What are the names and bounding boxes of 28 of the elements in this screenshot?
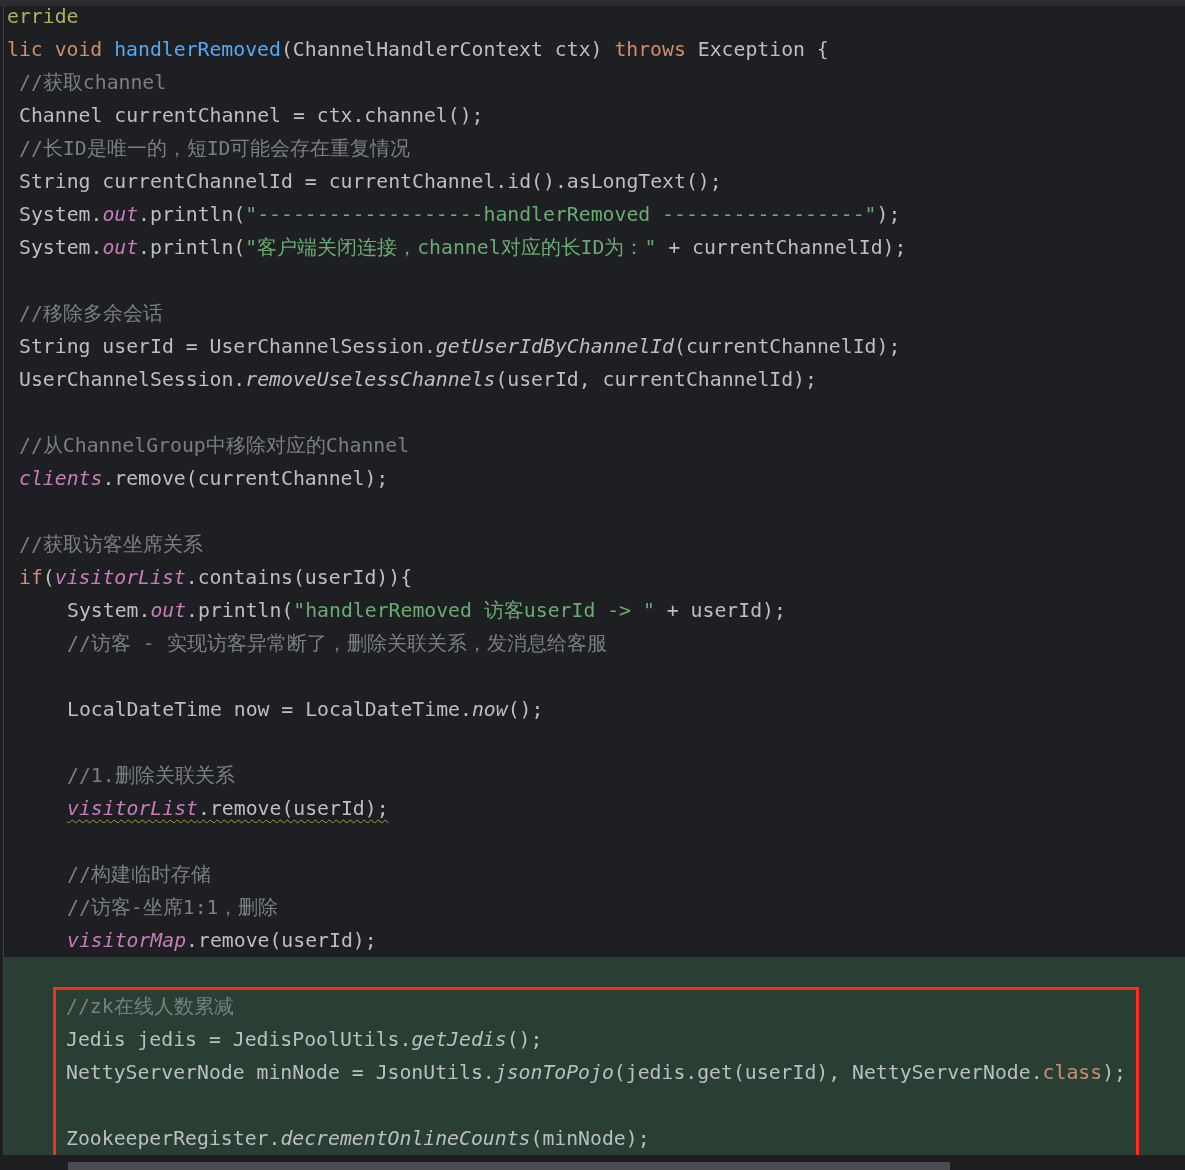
code-line: Jedis jedis = JedisPoolUtils.getJedis(); (66, 1027, 543, 1052)
code-line: String currentChannelId = currentChannel.id().asLongText(); (19, 169, 722, 194)
code-line: //长ID是唯一的，短ID可能会存在重复情况 (19, 136, 411, 161)
code-line: //获取访客坐席关系 (19, 532, 203, 557)
code-line: System.out.println("客户端关闭连接，channel对应的长ID为：" + currentChannelId); (19, 235, 907, 260)
code-line: LocalDateTime now = LocalDateTime.now(); (67, 697, 544, 722)
code-line: //获取channel (19, 70, 167, 95)
code-line: UserChannelSession.removeUselessChannels(userId, currentChannelId); (19, 367, 817, 392)
code-line: //构建临时存储 (67, 862, 211, 887)
code-line: ZookeeperRegister.decrementOnlineCounts(minNode); (66, 1126, 650, 1151)
code-line: visitorMap.remove(userId); (67, 928, 377, 953)
code-line: System.out.println("handlerRemoved 访客userId -> " + userId); (67, 598, 786, 623)
code-line: //1.删除关联关系 (67, 763, 235, 788)
code-line: //从ChannelGroup中移除对应的Channel (19, 433, 410, 458)
code-line: lic void handlerRemoved(ChannelHandlerContext ctx) throws Exception { (7, 37, 829, 62)
code-line: clients.remove(currentChannel); (19, 466, 389, 491)
horizontal-scrollbar[interactable] (68, 1162, 950, 1170)
code-line: //移除多余会话 (19, 301, 163, 326)
code-line: //zk在线人数累减 (66, 994, 234, 1019)
code-line: visitorList.remove(userId); (67, 796, 389, 821)
code-line: Channel currentChannel = ctx.channel(); (19, 103, 484, 128)
code-line: String userId = UserChannelSession.getUserIdByChannelId(currentChannelId); (19, 334, 901, 359)
code-line: if(visitorList.contains(userId)){ (19, 565, 413, 590)
code-line: //访客 - 实现访客异常断了，删除关联关系，发消息给客服 (67, 631, 607, 656)
code-line: System.out.println("-------------------handlerRemoved -----------------"); (19, 202, 901, 227)
code-line: erride (7, 4, 79, 29)
code-line: //访客-坐席1:1，删除 (67, 895, 279, 920)
code-line: NettyServerNode minNode = JsonUtils.jsonToPojo(jedis.get(userId), NettyServerNode.class); (66, 1060, 1126, 1085)
